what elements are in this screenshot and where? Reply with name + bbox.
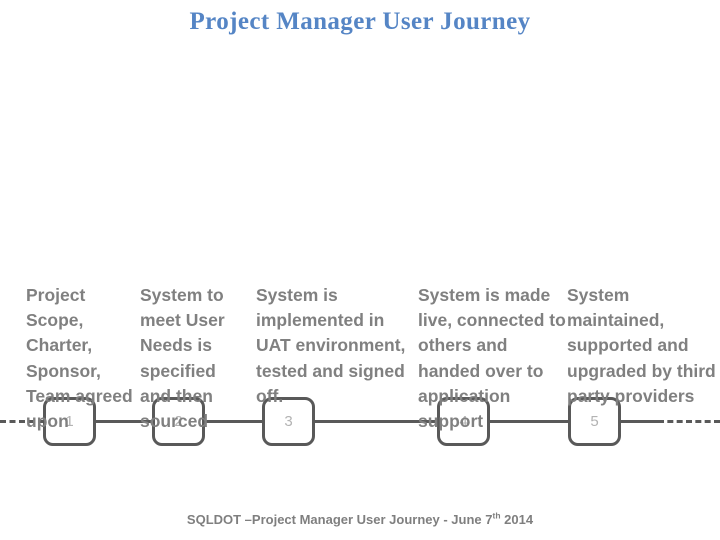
stage-description-5: System maintained, supported and upgrade… — [567, 285, 716, 406]
page-title: Project Manager User Journey — [189, 8, 531, 35]
stage-description-1: Project Scope, Charter, Sponsor, Team ag… — [26, 285, 133, 432]
stage-description-columns: Project Scope, Charter, Sponsor, Team ag… — [0, 283, 720, 498]
slide-footer: SQLDOT –Project Manager User Journey - J… — [0, 510, 720, 527]
timeline: 12345 — [0, 196, 720, 446]
stage-description-2: System to meet User Needs is specified a… — [140, 285, 225, 432]
footer-suffix: 2014 — [500, 512, 534, 527]
stage-description-3: System is implemented in UAT environment… — [256, 285, 406, 406]
footer-date-ordinal: th — [492, 510, 501, 521]
stage-description-4: System is made live, connected to others… — [418, 285, 566, 432]
footer-prefix: SQLDOT –Project Manager User Journey - J… — [186, 512, 493, 527]
